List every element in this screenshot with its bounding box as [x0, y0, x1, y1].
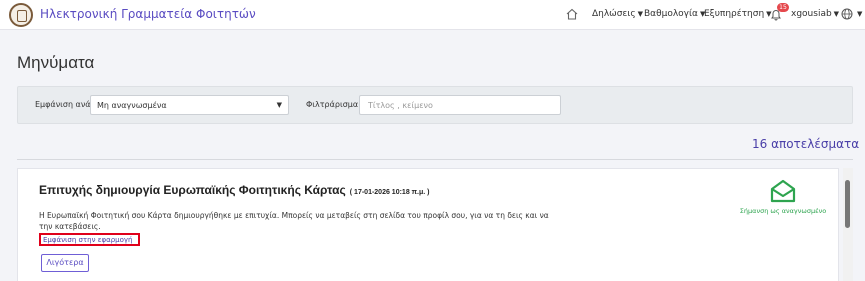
user-menu[interactable]: xgousiab ▼: [791, 9, 839, 19]
chevron-down-icon: ▼: [857, 10, 863, 18]
show-by-label: Εμφάνιση ανά: [35, 100, 91, 109]
app-title[interactable]: Ηλεκτρονική Γραμματεία Φοιτητών: [40, 7, 256, 21]
notification-badge: 15: [777, 3, 789, 12]
home-icon[interactable]: [565, 7, 579, 21]
filter-input[interactable]: Τίτλος , κείμενο: [359, 95, 561, 115]
chevron-down-icon: ▼: [637, 10, 644, 18]
filter-label: Φιλτράρισμα: [306, 100, 359, 109]
results-count: 16 αποτελέσματα: [752, 137, 860, 151]
scrollbar-thumb[interactable]: [845, 180, 850, 228]
view-in-app-link[interactable]: Εμφάνιση στην εφαρμογή: [39, 233, 140, 246]
mark-as-read-label: Σήμανση ως αναγνωσμένο: [739, 207, 827, 215]
nav-service[interactable]: Εξυπηρέτηση ▼: [704, 9, 772, 19]
nav-declarations-label: Δηλώσεις: [592, 9, 636, 19]
less-button[interactable]: Λιγότερα: [41, 254, 89, 272]
message-date: ( 17-01-2026 10:18 π.μ. ): [349, 189, 430, 196]
nav-grades-label: Βαθμολογία: [644, 9, 698, 19]
globe-icon[interactable]: [841, 8, 853, 20]
university-logo[interactable]: [9, 3, 33, 27]
envelope-open-icon: [770, 179, 796, 203]
chevron-down-icon: ▼: [833, 10, 840, 18]
page-title: Μηνύματα: [17, 53, 95, 72]
divider: [17, 159, 853, 160]
show-by-value: Μη αναγνωσμένα: [97, 101, 167, 110]
message-title-text: Επιτυχής δημιουργία Ευρωπαϊκής Φοιτητική…: [39, 183, 346, 197]
message-body: Η Ευρωπαϊκή Φοιτητική σου Κάρτα δημιουργ…: [39, 211, 549, 231]
message-title: Επιτυχής δημιουργία Ευρωπαϊκής Φοιτητική…: [39, 183, 429, 197]
username: xgousiab: [791, 9, 832, 19]
top-navbar: Ηλεκτρονική Γραμματεία Φοιτητών Δηλώσεις…: [0, 0, 865, 30]
show-by-select[interactable]: Μη αναγνωσμένα ▼: [90, 95, 289, 115]
chevron-down-icon: ▼: [276, 101, 282, 109]
nav-service-label: Εξυπηρέτηση: [704, 9, 765, 19]
mark-as-read[interactable]: Σήμανση ως αναγνωσμένο: [738, 178, 828, 215]
nav-declarations[interactable]: Δηλώσεις ▼: [592, 9, 643, 19]
nav-grades[interactable]: Βαθμολογία ▼: [644, 9, 705, 19]
language-chevron[interactable]: ▼: [855, 9, 862, 19]
